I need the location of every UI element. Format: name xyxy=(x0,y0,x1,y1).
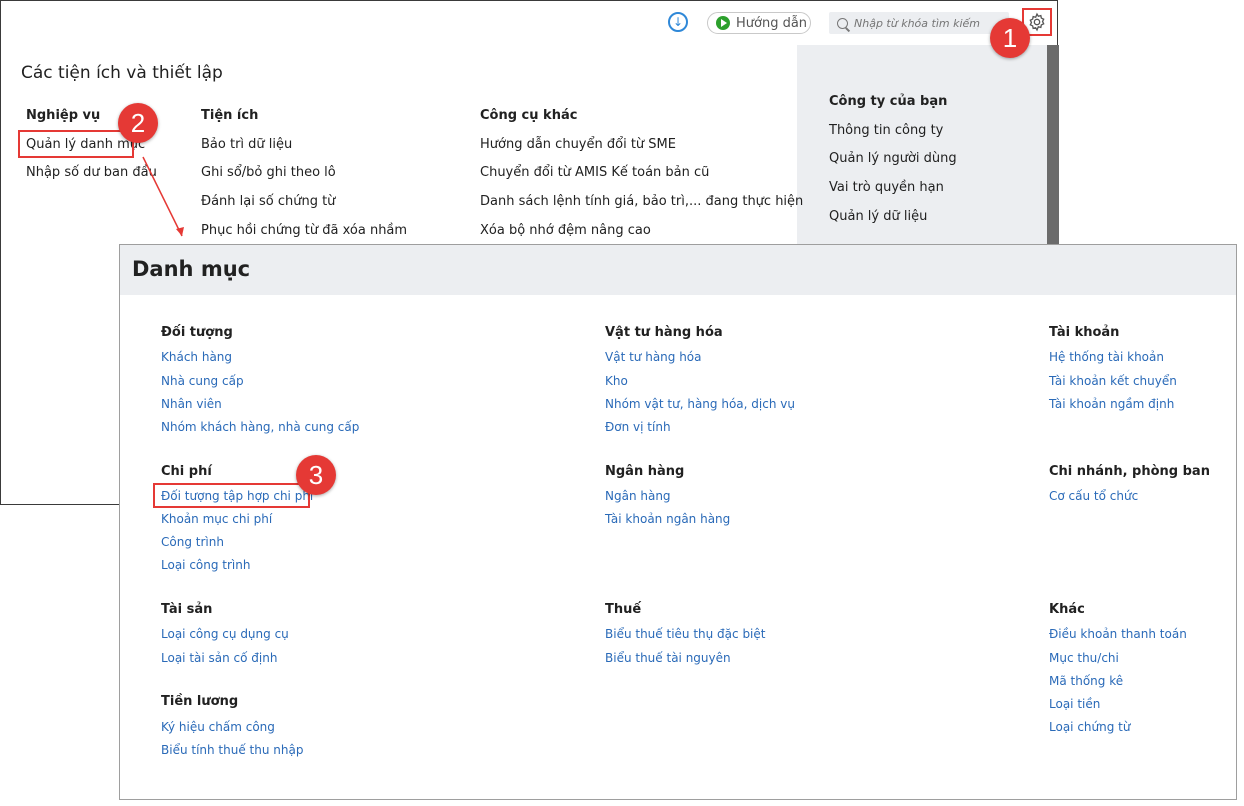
link-suppliers[interactable]: Nhà cung cấp xyxy=(161,374,244,388)
link-customer-supplier-groups[interactable]: Nhóm khách hàng, nhà cung cấp xyxy=(161,420,359,434)
link-timekeeping-symbols[interactable]: Ký hiệu chấm công xyxy=(161,720,275,734)
link-projects[interactable]: Công trình xyxy=(161,535,224,549)
group-salary-heading: Tiền lương xyxy=(161,694,239,709)
catalog-header: Danh mục xyxy=(120,245,1236,295)
link-currencies[interactable]: Loại tiền xyxy=(1049,697,1100,711)
highlight-cost-objects xyxy=(153,483,310,508)
link-project-types[interactable]: Loại công trình xyxy=(161,558,250,572)
link-chart-of-accounts[interactable]: Hệ thống tài khoản xyxy=(1049,350,1164,364)
link-org-structure[interactable]: Cơ cấu tổ chức xyxy=(1049,489,1138,503)
link-tool-types[interactable]: Loại công cụ dụng cụ xyxy=(161,627,289,641)
link-customers[interactable]: Khách hàng xyxy=(161,350,232,364)
group-accounts-heading: Tài khoản xyxy=(1049,325,1120,340)
link-bank-accounts[interactable]: Tài khoản ngân hàng xyxy=(605,512,730,526)
link-employees[interactable]: Nhân viên xyxy=(161,397,222,411)
group-branches-heading: Chi nhánh, phòng ban xyxy=(1049,464,1210,479)
catalog-window: Danh mục Đối tượng Khách hàng Nhà cung c… xyxy=(119,244,1237,800)
link-statistic-codes[interactable]: Mã thống kê xyxy=(1049,674,1123,688)
link-fixed-asset-types[interactable]: Loại tài sản cố định xyxy=(161,651,277,665)
link-income-tax-table[interactable]: Biểu tính thuế thu nhập xyxy=(161,743,303,757)
group-materials-heading: Vật tư hàng hóa xyxy=(605,325,723,340)
link-resource-tax[interactable]: Biểu thuế tài nguyên xyxy=(605,651,731,665)
link-payment-terms[interactable]: Điều khoản thanh toán xyxy=(1049,627,1187,641)
step-badge-3: 3 xyxy=(296,455,336,495)
group-banks-heading: Ngân hàng xyxy=(605,464,685,479)
link-materials[interactable]: Vật tư hàng hóa xyxy=(605,350,702,364)
link-transfer-accounts[interactable]: Tài khoản kết chuyển xyxy=(1049,374,1177,388)
link-cost-items[interactable]: Khoản mục chi phí xyxy=(161,512,272,526)
link-banks[interactable]: Ngân hàng xyxy=(605,489,671,503)
link-warehouses[interactable]: Kho xyxy=(605,374,628,388)
group-costs-heading: Chi phí xyxy=(161,464,212,479)
group-tax-heading: Thuế xyxy=(605,602,642,617)
link-voucher-types[interactable]: Loại chứng từ xyxy=(1049,720,1130,734)
link-units[interactable]: Đơn vị tính xyxy=(605,420,671,434)
group-objects-heading: Đối tượng xyxy=(161,325,233,340)
link-material-groups[interactable]: Nhóm vật tư, hàng hóa, dịch vụ xyxy=(605,397,795,411)
link-default-accounts[interactable]: Tài khoản ngầm định xyxy=(1049,397,1174,411)
link-special-consumption-tax[interactable]: Biểu thuế tiêu thụ đặc biệt xyxy=(605,627,765,641)
group-assets-heading: Tài sản xyxy=(161,602,213,617)
link-income-expense-items[interactable]: Mục thu/chi xyxy=(1049,651,1119,665)
group-other-heading: Khác xyxy=(1049,602,1085,617)
catalog-title: Danh mục xyxy=(132,257,251,281)
